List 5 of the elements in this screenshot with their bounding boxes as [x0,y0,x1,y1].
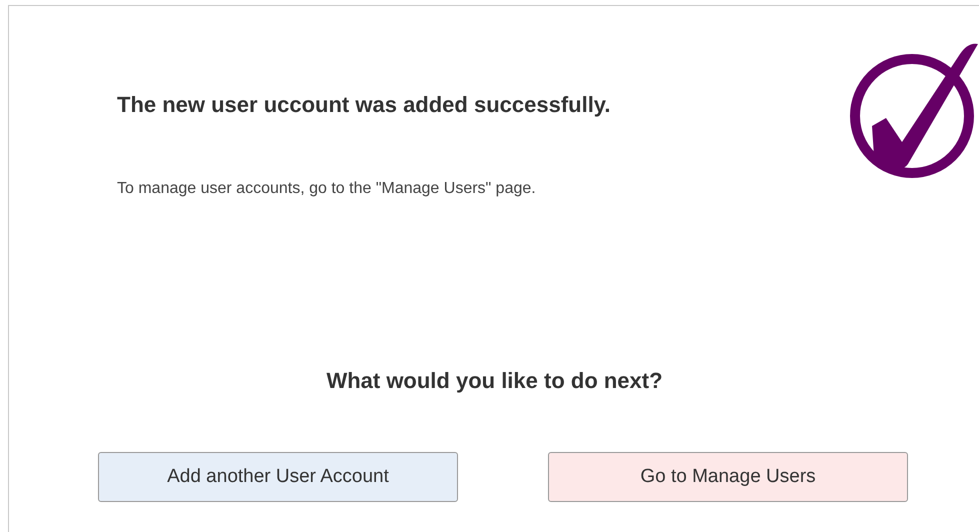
action-button[interactable]: Add another User Account [98,452,458,502]
action-button[interactable]: Go to Manage Users [548,452,908,502]
success-title: The new user uccount was added successfully. [117,92,612,118]
info-text: To manage user accounts, go to the "Manage Users" page. [117,180,537,198]
next-question: What would you like to do next? [325,368,664,394]
